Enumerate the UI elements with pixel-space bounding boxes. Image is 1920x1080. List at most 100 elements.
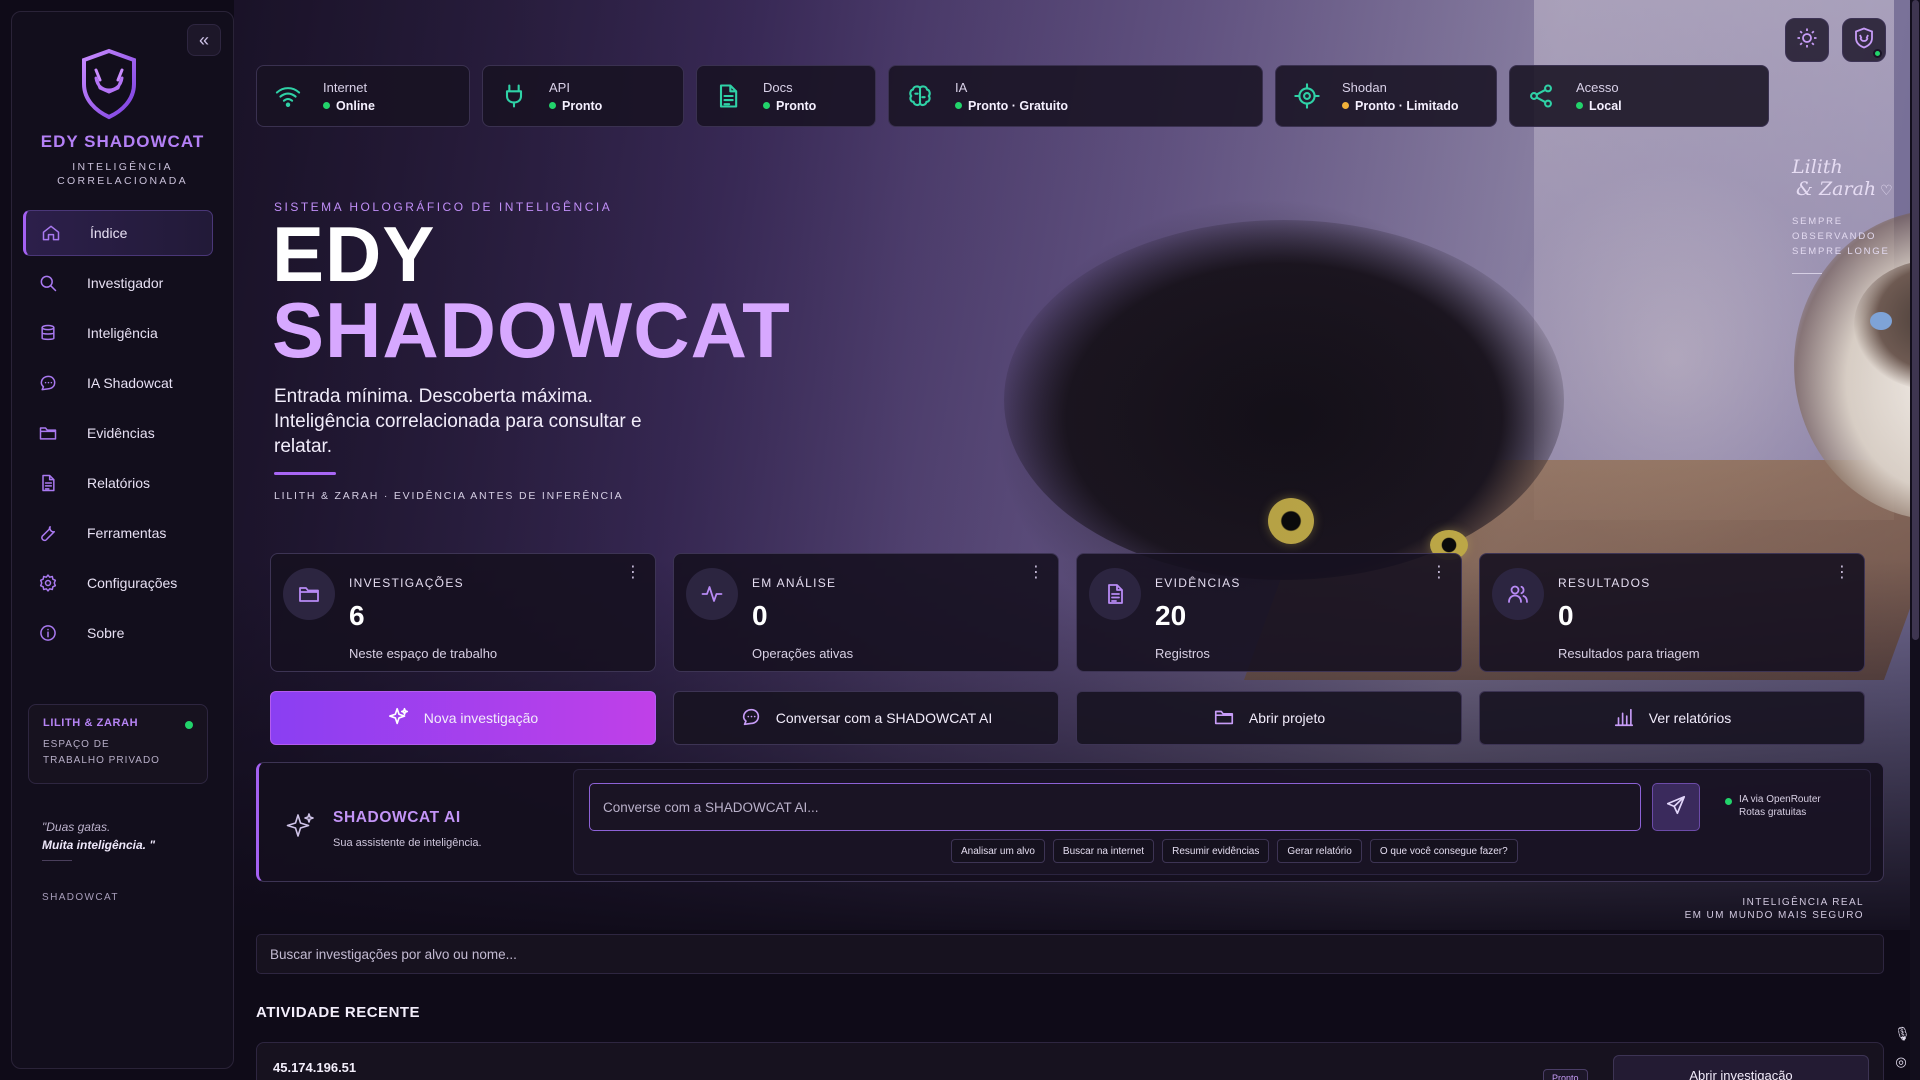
chip-gerar-relatorio[interactable]: Gerar relatório bbox=[1277, 839, 1362, 863]
open-investigation-button[interactable]: Abrir investigação bbox=[1613, 1055, 1869, 1080]
tagline-line-2: EM UM MUNDO MAIS SEGURO bbox=[1684, 910, 1864, 921]
chat-shadowcat-button[interactable]: Conversar com a SHADOWCAT AI bbox=[673, 691, 1059, 745]
chip-analisar-alvo[interactable]: Analisar um alvo bbox=[951, 839, 1045, 863]
sidebar-item-investigador[interactable]: Investigador bbox=[23, 260, 213, 306]
status-shodan[interactable]: Shodan Pronto · Limitado bbox=[1275, 65, 1497, 127]
status-api[interactable]: API Pronto bbox=[482, 65, 684, 127]
stat-label: INVESTIGAÇÕES bbox=[349, 576, 464, 590]
stat-card-resultados[interactable]: RESULTADOS 0 Resultados para triagem ⋮ bbox=[1479, 553, 1865, 672]
status-badge: Pronto bbox=[1543, 1069, 1588, 1080]
sidebar-item-inteligencia[interactable]: Inteligência bbox=[23, 310, 213, 356]
send-message-button[interactable] bbox=[1652, 783, 1700, 831]
hero-tagline: LILITH & ZARAH · EVIDÊNCIA ANTES DE INFE… bbox=[274, 490, 624, 502]
recent-target: 45.174.196.51 bbox=[273, 1060, 357, 1075]
wifi-icon bbox=[273, 81, 303, 111]
table-row[interactable]: 45.174.196.51 Pronto Abrir investigação bbox=[256, 1042, 1884, 1080]
stat-description: Registros bbox=[1155, 646, 1210, 661]
open-project-button[interactable]: Abrir projeto bbox=[1076, 691, 1462, 745]
status-docs[interactable]: Docs Pronto bbox=[696, 65, 876, 127]
sidebar-item-evidencias[interactable]: Evidências bbox=[23, 410, 213, 456]
caption-names: & Zarah bbox=[1796, 178, 1877, 200]
stat-card-investigacoes[interactable]: INVESTIGAÇÕES 6 Neste espaço de trabalho… bbox=[270, 553, 656, 672]
photo-caption: Lilith & Zarah ♡ SEMPRE OBSERVANDO SEMPRE… bbox=[1792, 156, 1893, 274]
sidebar-item-configuracoes[interactable]: Configurações bbox=[23, 560, 213, 606]
wrench-icon bbox=[37, 522, 59, 544]
view-reports-button[interactable]: Ver relatórios bbox=[1479, 691, 1865, 745]
status-internet[interactable]: Internet Online bbox=[256, 65, 470, 127]
caption-small-text: SEMPRE OBSERVANDO SEMPRE LONGE bbox=[1792, 214, 1893, 259]
users-icon bbox=[1492, 568, 1544, 620]
scrollbar-thumb[interactable] bbox=[1912, 0, 1919, 640]
more-options-icon[interactable]: ⋮ bbox=[1028, 565, 1044, 581]
caption-script-line-2: & Zarah ♡ bbox=[1792, 178, 1893, 202]
more-options-icon[interactable]: ⋮ bbox=[625, 565, 641, 581]
workspace-title: LILITH & ZARAH bbox=[43, 717, 139, 729]
document-icon bbox=[713, 81, 743, 111]
sidebar-item-label: Configurações bbox=[87, 575, 178, 591]
status-dot bbox=[1342, 102, 1349, 109]
sidebar-item-label: Investigador bbox=[87, 275, 164, 291]
sparkle-icon bbox=[388, 706, 424, 731]
hero-title: EDY SHADOWCAT bbox=[272, 210, 791, 374]
sidebar-item-ferramentas[interactable]: Ferramentas bbox=[23, 510, 213, 556]
stat-card-evidencias[interactable]: EVIDÊNCIAS 20 Registros ⋮ bbox=[1076, 553, 1462, 672]
hero-title-line-1: EDY bbox=[272, 210, 436, 298]
folder-icon bbox=[37, 422, 59, 444]
sidebar-item-sobre[interactable]: Sobre bbox=[23, 610, 213, 656]
sidebar-item-label: IA Shadowcat bbox=[87, 375, 173, 391]
sidebar-item-indice[interactable]: Índice bbox=[23, 210, 213, 256]
status-label: Docs bbox=[763, 79, 793, 95]
send-icon bbox=[1665, 794, 1687, 821]
ai-chat-input[interactable] bbox=[589, 783, 1641, 831]
chat-icon bbox=[740, 706, 776, 731]
status-value: Online bbox=[323, 99, 375, 113]
sidebar-nav: Índice Investigador Inteligência IA Shad… bbox=[23, 210, 213, 660]
sidebar-item-label: Inteligência bbox=[87, 325, 158, 341]
new-investigation-button[interactable]: Nova investigação bbox=[270, 691, 656, 745]
collapse-sidebar-button[interactable]: « bbox=[187, 24, 221, 56]
stat-description: Resultados para triagem bbox=[1558, 646, 1700, 661]
share-icon bbox=[1526, 81, 1556, 111]
location-target-icon[interactable]: ◎ bbox=[1894, 1054, 1908, 1069]
recent-activity-title: ATIVIDADE RECENTE bbox=[256, 1004, 421, 1021]
status-value-text: Pronto bbox=[562, 98, 603, 113]
status-value: Pronto · Limitado bbox=[1342, 99, 1458, 113]
sidebar-item-relatorios[interactable]: Relatórios bbox=[23, 460, 213, 506]
stat-label: RESULTADOS bbox=[1558, 576, 1651, 590]
stat-card-em-analise[interactable]: EM ANÁLISE 0 Operações ativas ⋮ bbox=[673, 553, 1059, 672]
profile-avatar-button[interactable] bbox=[1842, 18, 1886, 62]
shield-cat-avatar-icon bbox=[1852, 26, 1876, 55]
chip-o-que-consegue[interactable]: O que você consegue fazer? bbox=[1369, 839, 1518, 863]
hero-subtitle: Entrada mínima. Descoberta máxima. Intel… bbox=[274, 386, 642, 457]
microphone-icon[interactable]: 🎙 bbox=[1894, 1026, 1911, 1041]
stat-value: 0 bbox=[1558, 600, 1574, 631]
caption-small-line-2: OBSERVANDO bbox=[1792, 231, 1877, 242]
folder-icon bbox=[283, 568, 335, 620]
theme-toggle-button[interactable] bbox=[1785, 18, 1829, 62]
hero-accent-bar bbox=[274, 472, 336, 475]
more-options-icon[interactable]: ⋮ bbox=[1431, 565, 1447, 581]
workspace-subtitle: ESPAÇO DE TRABALHO PRIVADO bbox=[43, 739, 160, 766]
security-tagline: INTELIGÊNCIA REAL EM UM MUNDO MAIS SEGUR… bbox=[1685, 896, 1864, 922]
pulse-icon bbox=[686, 568, 738, 620]
chip-buscar-internet[interactable]: Buscar na internet bbox=[1052, 839, 1155, 863]
more-options-icon[interactable]: ⋮ bbox=[1834, 565, 1850, 581]
status-value-text: Online bbox=[336, 98, 375, 113]
sidebar-signature: SHADOWCAT bbox=[42, 892, 119, 903]
investigation-search-input[interactable] bbox=[256, 934, 1884, 974]
ai-route-status-dot bbox=[1725, 798, 1732, 805]
chat-icon bbox=[37, 372, 59, 394]
workspace-card[interactable]: LILITH & ZARAH ESPAÇO DE TRABALHO PRIVAD… bbox=[28, 704, 208, 784]
quote-divider bbox=[42, 860, 72, 861]
sun-icon bbox=[1795, 26, 1819, 55]
sidebar-item-ia-shadowcat[interactable]: IA Shadowcat bbox=[23, 360, 213, 406]
sidebar: « EDY SHADOWCAT INTELIGÊNCIA CORRELACION… bbox=[11, 11, 234, 1069]
quote-line-2: Muita inteligência. " bbox=[42, 838, 156, 852]
chip-resumir-evidencias[interactable]: Resumir evidências bbox=[1162, 839, 1270, 863]
hero-title-line-2: SHADOWCAT bbox=[272, 286, 791, 374]
actions-row: Nova investigação Conversar com a SHADOW… bbox=[270, 691, 1865, 745]
quote-line-1: "Duas gatas. bbox=[42, 820, 111, 834]
status-ia[interactable]: IA Pronto · Gratuito bbox=[888, 65, 1263, 127]
button-label: Conversar com a SHADOWCAT AI bbox=[775, 710, 993, 726]
status-acesso[interactable]: Acesso Local bbox=[1509, 65, 1769, 127]
